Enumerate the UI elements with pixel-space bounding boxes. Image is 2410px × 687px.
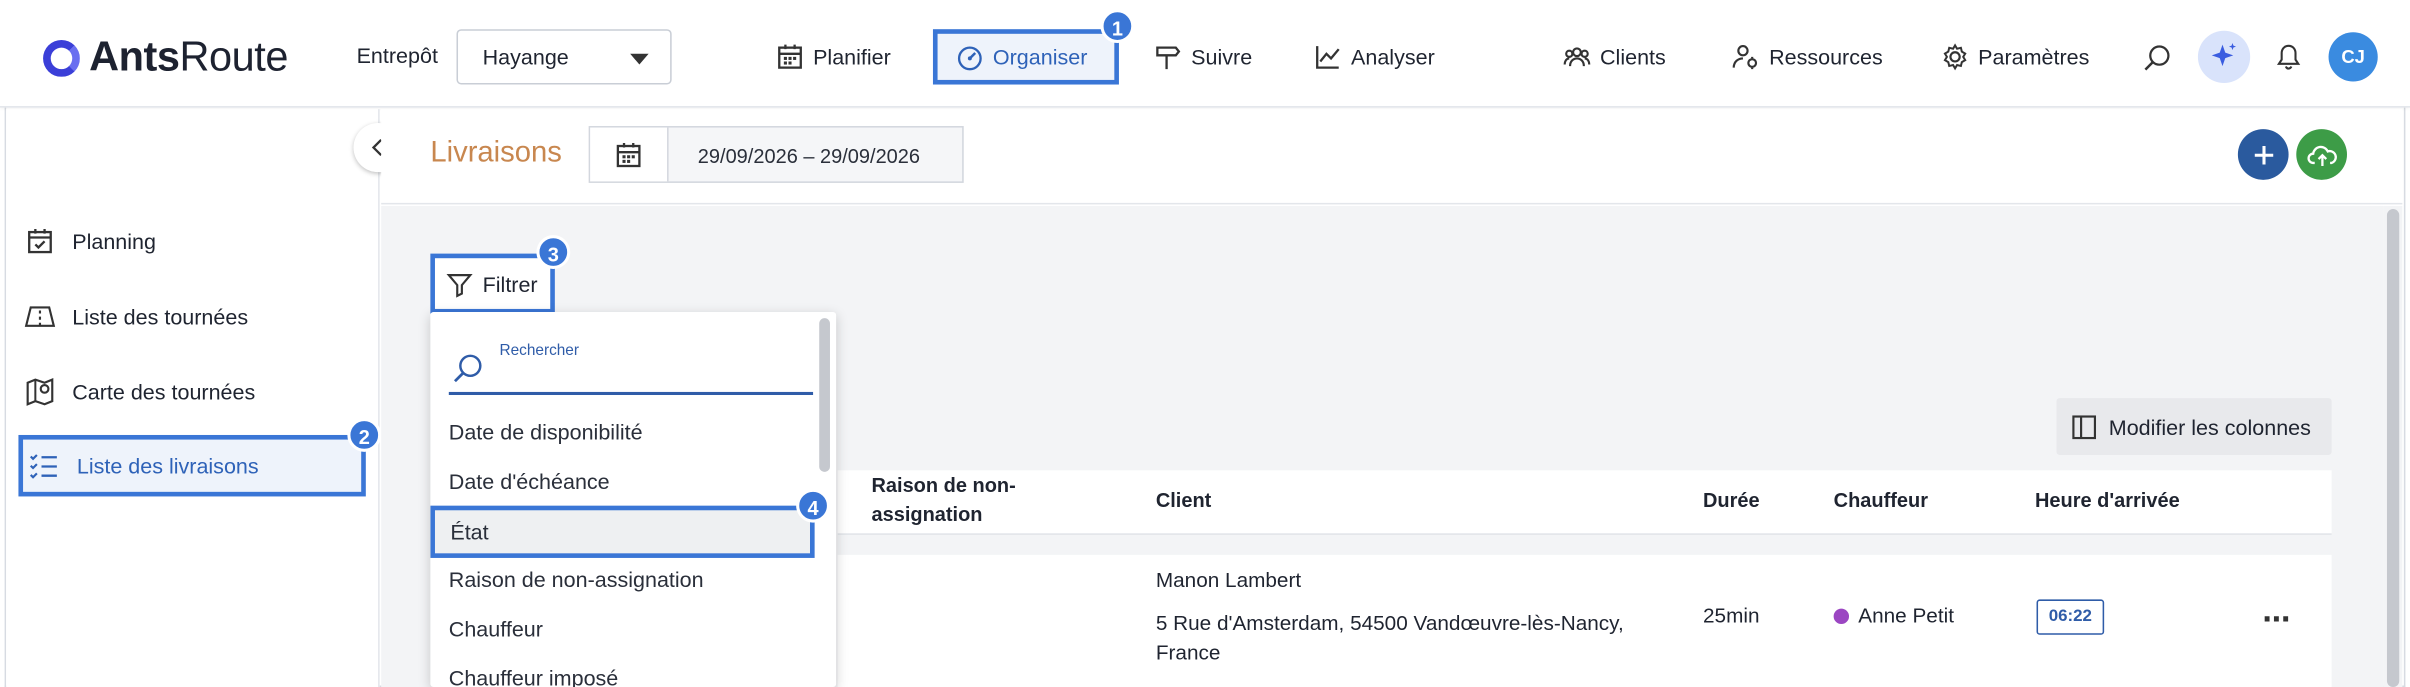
sidebar-item-planning[interactable]: Planning (18, 211, 365, 272)
checklist-icon (29, 454, 57, 479)
columns-icon (2072, 414, 2097, 439)
nav-ressources-label: Ressources (1769, 44, 1883, 70)
gauge-icon (957, 46, 982, 71)
column-header-client[interactable]: Client (1156, 486, 1212, 515)
step-badge-4: 4 (796, 488, 830, 523)
filter-option[interactable]: Date d'échéance (449, 458, 813, 504)
calendar-icon (778, 44, 802, 69)
filter-dropdown: Rechercher Date de disponibilité Date d'… (430, 312, 837, 687)
filter-option[interactable]: Date de disponibilité (449, 409, 813, 455)
warehouse-value: Hayange (482, 44, 569, 70)
nav-organiser[interactable]: Organiser (932, 29, 1119, 85)
logo-text: AntsRoute (89, 33, 288, 80)
funnel-icon (446, 273, 473, 297)
modify-columns-label: Modifier les colonnes (2108, 414, 2311, 439)
calendar-check-icon (28, 229, 52, 254)
sidebar-item-carte-tournees[interactable]: Carte des tournées (18, 361, 365, 422)
step-badge-2: 2 (347, 418, 382, 452)
date-range-value: 29/09/2026 – 29/09/2026 (697, 144, 921, 168)
sidebar-item-label: Planning (72, 229, 157, 254)
bell-icon[interactable] (2273, 41, 2304, 72)
more-actions-icon[interactable]: ⋯ (2262, 604, 2291, 636)
antsroute-logo[interactable]: AntsRoute (43, 34, 288, 82)
search-placeholder: Rechercher (499, 342, 579, 360)
nav-suivre-label: Suivre (1191, 44, 1253, 70)
client-name: Manon Lambert (1155, 568, 1302, 592)
sidebar-item-label: Carte des tournées (72, 379, 256, 405)
column-header-duree[interactable]: Durée (1703, 486, 1760, 515)
gear-icon (1943, 43, 1967, 71)
nav-organiser-label: Organiser (992, 44, 1088, 70)
user-settings-icon (1732, 45, 1758, 70)
search-icon[interactable] (2141, 41, 2175, 75)
nav-parametres-label: Paramètres (1978, 44, 2090, 70)
chart-line-icon (1316, 46, 1340, 69)
top-navigation-bar: AntsRoute Entrepôt Hayange Planifier Org… (0, 0, 2410, 108)
nav-ressources[interactable]: Ressources (1732, 29, 1883, 84)
chevron-down-icon (630, 53, 649, 65)
table-header: Raison de non-assignation Client Durée C… (837, 470, 2332, 535)
client-address: 5 Rue d'Amsterdam, 54500 Vandœuvre-lès-N… (1155, 611, 1624, 664)
column-header-heure[interactable]: Heure d'arrivée (2035, 486, 2180, 515)
logo-icon (43, 39, 80, 77)
nav-analyser-label: Analyser (1351, 44, 1435, 70)
cloud-upload-icon (2306, 145, 2337, 166)
filter-button[interactable]: Filtrer (430, 253, 555, 314)
column-header-raison[interactable]: Raison de non-assignation (871, 470, 1015, 528)
warehouse-select[interactable]: Hayange (456, 29, 672, 85)
nav-clients-label: Clients (1600, 44, 1666, 70)
filter-option[interactable]: Chauffeur imposé (449, 655, 813, 687)
ai-sparkle-icon[interactable] (2197, 30, 2251, 83)
driver-cell: Anne Petit (1833, 601, 1954, 630)
filter-search-input[interactable]: Rechercher (448, 334, 814, 396)
map-pin-icon (26, 378, 54, 406)
nav-suivre[interactable]: Suivre (1154, 29, 1252, 84)
nav-planifier[interactable]: Planifier (776, 29, 891, 84)
filter-option[interactable]: Raison de non-assignation (449, 556, 813, 602)
modify-columns-button[interactable]: Modifier les colonnes (2056, 398, 2332, 455)
nav-clients[interactable]: Clients (1563, 29, 1666, 84)
sidebar-item-label: Liste des tournées (72, 304, 249, 329)
filter-option-selected[interactable]: État (430, 505, 815, 558)
table-row[interactable]: Manon Lambert 5 Rue d'Amsterdam, 54500 V… (837, 554, 2332, 687)
calendar-icon[interactable] (590, 127, 669, 182)
driver-name: Anne Petit (1858, 604, 1954, 628)
step-badge-1: 1 (1100, 9, 1135, 44)
users-group-icon (1563, 47, 1591, 67)
search-icon (453, 354, 482, 383)
plus-icon (2254, 145, 2273, 164)
nav-parametres[interactable]: Paramètres (1941, 29, 2089, 84)
page-scrollbar[interactable] (2383, 205, 2403, 687)
scrollbar-thumb[interactable] (819, 318, 830, 472)
add-button[interactable] (2237, 129, 2289, 180)
column-header-chauffeur[interactable]: Chauffeur (1834, 486, 1928, 515)
user-avatar[interactable]: CJ (2328, 32, 2378, 82)
signpost-icon (1156, 46, 1181, 70)
driver-color-dot (1833, 608, 1850, 625)
step-badge-3: 3 (536, 235, 571, 269)
scrollbar-thumb[interactable] (2386, 209, 2400, 687)
page-title: Livraisons (430, 136, 562, 170)
sidebar-item-liste-tournees[interactable]: Liste des tournées (18, 286, 365, 347)
truck-route-icon (24, 306, 56, 327)
filter-button-label: Filtrer (482, 271, 538, 296)
delivery-duration: 25min (1702, 604, 1760, 628)
arrival-time-badge: 06:22 (2036, 599, 2105, 635)
upload-button[interactable] (2296, 129, 2347, 180)
sidebar-item-label: Liste des livraisons (76, 453, 259, 479)
date-range-picker[interactable]: 29/09/2026 – 29/09/2026 (588, 126, 964, 183)
nav-analyser[interactable]: Analyser (1314, 29, 1435, 84)
filter-option[interactable]: Chauffeur (449, 606, 813, 652)
sidebar-item-liste-livraisons[interactable]: Liste des livraisons (18, 434, 366, 497)
nav-planifier-label: Planifier (813, 44, 891, 70)
warehouse-label: Entrepôt (356, 43, 438, 68)
